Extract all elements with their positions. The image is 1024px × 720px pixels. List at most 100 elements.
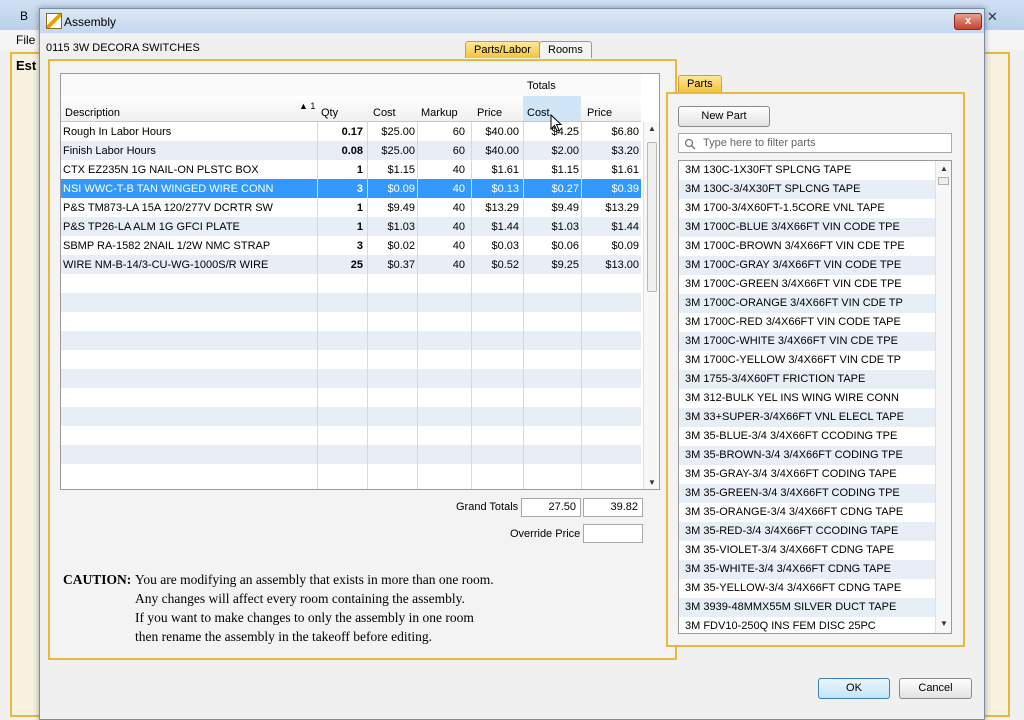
list-item[interactable]: 3M 312-BULK YEL INS WING WIRE CONN bbox=[679, 389, 935, 408]
table-row[interactable]: CTX EZ235N 1G NAIL-ON PLSTC BOX 1 $1.15 … bbox=[61, 160, 641, 179]
tab-parts[interactable]: Parts bbox=[678, 75, 722, 92]
table-row-selected[interactable]: NSI WWC-T-B TAN WINGED WIRE CONN 3 $0.09… bbox=[61, 179, 641, 198]
table-row[interactable]: P&S TM873-LA 15A 120/277V DCRTR SW 1 $9.… bbox=[61, 198, 641, 217]
part-label: 3M 1755-3/4X60FT FRICTION TAPE bbox=[685, 373, 866, 385]
list-item[interactable]: 3M 1700C-GREEN 3/4X66FT VIN CDE TPE bbox=[679, 275, 935, 294]
scroll-down-icon[interactable]: ▼ bbox=[940, 619, 948, 628]
col-header-description[interactable]: Description bbox=[65, 107, 120, 119]
caution-line: If you want to make changes to only the … bbox=[135, 610, 474, 625]
empty-row bbox=[61, 274, 641, 293]
grid-header-group: Totals bbox=[61, 74, 641, 97]
cell-markup: 40 bbox=[452, 164, 465, 176]
list-item[interactable]: 3M 35-WHITE-3/4 3/4X66FT CDNG TAPE bbox=[679, 560, 935, 579]
list-item[interactable]: 3M 1700C-ORANGE 3/4X66FT VIN CDE TP bbox=[679, 294, 935, 313]
list-item[interactable]: 3M 35-GREEN-3/4 3/4X66FT CODING TPE bbox=[679, 484, 935, 503]
cell-description: P&S TP26-LA ALM 1G GFCI PLATE bbox=[63, 221, 240, 233]
cell-markup: 40 bbox=[452, 202, 465, 214]
cell-qty: 25 bbox=[350, 259, 363, 271]
cell-price: $40.00 bbox=[485, 126, 519, 138]
grid-scroll-thumb[interactable] bbox=[647, 142, 657, 292]
part-label: 3M 130C-3/4X30FT SPLCNG TAPE bbox=[685, 183, 861, 195]
scroll-up-icon[interactable]: ▲ bbox=[648, 124, 656, 133]
override-price-input[interactable] bbox=[583, 524, 643, 543]
parts-list[interactable]: 3M 130C-1X30FT SPLCNG TAPE 3M 130C-3/4X3… bbox=[678, 160, 952, 634]
background-close-icon[interactable]: ✕ bbox=[987, 9, 998, 25]
part-label: 3M 1700C-RED 3/4X66FT VIN CODE TAPE bbox=[685, 316, 901, 328]
col-header-price[interactable]: Price bbox=[477, 107, 502, 119]
empty-row bbox=[61, 464, 641, 483]
scroll-down-icon[interactable]: ▼ bbox=[648, 478, 656, 487]
list-item[interactable]: 3M 130C-1X30FT SPLCNG TAPE bbox=[679, 161, 935, 180]
list-item[interactable]: 3M 35-RED-3/4 3/4X66FT CCODING TAPE bbox=[679, 522, 935, 541]
cell-price: $0.52 bbox=[491, 259, 519, 271]
list-item[interactable]: 3M 35-ORANGE-3/4 3/4X66FT CDNG TAPE bbox=[679, 503, 935, 522]
background-tab-label: Est bbox=[16, 58, 37, 73]
tab-parts-labor[interactable]: Parts/Labor bbox=[465, 41, 540, 58]
list-item[interactable]: 3M 35-VIOLET-3/4 3/4X66FT CDNG TAPE bbox=[679, 541, 935, 560]
assembly-grid[interactable]: Totals Description ▲ 1 Qty Cost Markup P… bbox=[60, 73, 660, 490]
cell-cost: $1.03 bbox=[387, 221, 415, 233]
ok-button[interactable]: OK bbox=[818, 678, 890, 699]
menu-file[interactable]: File bbox=[16, 33, 35, 47]
list-item[interactable]: 3M 1700C-BROWN 3/4X66FT VIN CDE TPE bbox=[679, 237, 935, 256]
list-item[interactable]: 3M 1700C-YELLOW 3/4X66FT VIN CDE TP bbox=[679, 351, 935, 370]
list-item[interactable]: 3M 35-BLUE-3/4 3/4X66FT CCODING TPE bbox=[679, 427, 935, 446]
list-item[interactable]: 3M FDV10-250Q INS FEM DISC 25PC bbox=[679, 617, 935, 633]
column-divider bbox=[317, 122, 318, 489]
scroll-up-icon[interactable]: ▲ bbox=[940, 164, 948, 173]
list-item[interactable]: 3M 1700C-BLUE 3/4X66FT VIN CODE TPE bbox=[679, 218, 935, 237]
parts-filter-input[interactable]: Type here to filter parts bbox=[678, 133, 952, 153]
list-item[interactable]: 3M 1700-3/4X60FT-1.5CORE VNL TAPE bbox=[679, 199, 935, 218]
tab-rooms[interactable]: Rooms bbox=[539, 41, 592, 58]
part-label: 3M 35-WHITE-3/4 3/4X66FT CDNG TAPE bbox=[685, 563, 892, 575]
list-item[interactable]: 3M 35-YELLOW-3/4 3/4X66FT CDNG TAPE bbox=[679, 579, 935, 598]
list-item[interactable]: 3M 35-BROWN-3/4 3/4X66FT CODING TPE bbox=[679, 446, 935, 465]
col-header-markup[interactable]: Markup bbox=[421, 107, 458, 119]
column-divider bbox=[417, 122, 418, 489]
empty-row bbox=[61, 388, 641, 407]
list-item[interactable]: 3M 1700C-GRAY 3/4X66FT VIN CODE TPE bbox=[679, 256, 935, 275]
cell-total-price: $3.20 bbox=[611, 145, 639, 157]
cell-description: NSI WWC-T-B TAN WINGED WIRE CONN bbox=[63, 183, 274, 195]
column-divider bbox=[581, 122, 582, 489]
table-row[interactable]: Finish Labor Hours 0.08 $25.00 60 $40.00… bbox=[61, 141, 641, 160]
list-item[interactable]: 3M 3939-48MMX55M SILVER DUCT TAPE bbox=[679, 598, 935, 617]
part-label: 3M FDV10-250Q INS FEM DISC 25PC bbox=[685, 620, 876, 632]
col-header-qty[interactable]: Qty bbox=[321, 107, 338, 119]
part-label: 3M 1700C-BROWN 3/4X66FT VIN CDE TPE bbox=[685, 240, 905, 252]
table-row[interactable]: SBMP RA-1582 2NAIL 1/2W NMC STRAP 3 $0.0… bbox=[61, 236, 641, 255]
parts-scrollbar[interactable]: ▲ ▼ bbox=[935, 161, 951, 633]
list-item[interactable]: 3M 1700C-WHITE 3/4X66FT VIN CDE TPE bbox=[679, 332, 935, 351]
list-item[interactable]: 3M 35-GRAY-3/4 3/4X66FT CODING TAPE bbox=[679, 465, 935, 484]
grid-scrollbar[interactable]: ▲ ▼ bbox=[643, 122, 659, 489]
grand-totals-label: Grand Totals bbox=[456, 501, 519, 513]
close-icon[interactable]: x bbox=[954, 13, 982, 30]
cell-cost: $9.49 bbox=[387, 202, 415, 214]
table-row[interactable]: WIRE NM-B-14/3-CU-WG-1000S/R WIRE 25 $0.… bbox=[61, 255, 641, 274]
list-item[interactable]: 3M 1700C-RED 3/4X66FT VIN CODE TAPE bbox=[679, 313, 935, 332]
parts-scroll-thumb[interactable] bbox=[938, 177, 949, 185]
part-label: 3M 35-GRAY-3/4 3/4X66FT CODING TAPE bbox=[685, 468, 897, 480]
dialog-titlebar[interactable]: Assembly x bbox=[40, 9, 984, 33]
cell-description: SBMP RA-1582 2NAIL 1/2W NMC STRAP bbox=[63, 240, 271, 252]
new-part-button[interactable]: New Part bbox=[678, 106, 770, 127]
part-label: 3M 1700C-BLUE 3/4X66FT VIN CODE TPE bbox=[685, 221, 900, 233]
col-header-total-cost[interactable]: Cost bbox=[527, 107, 550, 119]
cell-description: Rough In Labor Hours bbox=[63, 126, 172, 138]
part-label: 3M 35-BROWN-3/4 3/4X66FT CODING TPE bbox=[685, 449, 903, 461]
col-header-total-price[interactable]: Price bbox=[587, 107, 612, 119]
cell-qty: 1 bbox=[356, 221, 363, 233]
cell-cost: $25.00 bbox=[381, 145, 415, 157]
list-item[interactable]: 3M 130C-3/4X30FT SPLCNG TAPE bbox=[679, 180, 935, 199]
caution-line: Any changes will affect every room conta… bbox=[135, 591, 465, 606]
cancel-button[interactable]: Cancel bbox=[899, 678, 972, 699]
cell-total-cost: $9.49 bbox=[551, 202, 579, 214]
col-header-cost[interactable]: Cost bbox=[373, 107, 396, 119]
cell-price: $40.00 bbox=[485, 145, 519, 157]
part-label: 3M 1700-3/4X60FT-1.5CORE VNL TAPE bbox=[685, 202, 885, 214]
list-item[interactable]: 3M 1755-3/4X60FT FRICTION TAPE bbox=[679, 370, 935, 389]
list-item[interactable]: 3M 33+SUPER-3/4X66FT VNL ELECL TAPE bbox=[679, 408, 935, 427]
column-divider bbox=[523, 122, 524, 489]
cell-description: CTX EZ235N 1G NAIL-ON PLSTC BOX bbox=[63, 164, 259, 176]
table-row[interactable]: P&S TP26-LA ALM 1G GFCI PLATE 1 $1.03 40… bbox=[61, 217, 641, 236]
